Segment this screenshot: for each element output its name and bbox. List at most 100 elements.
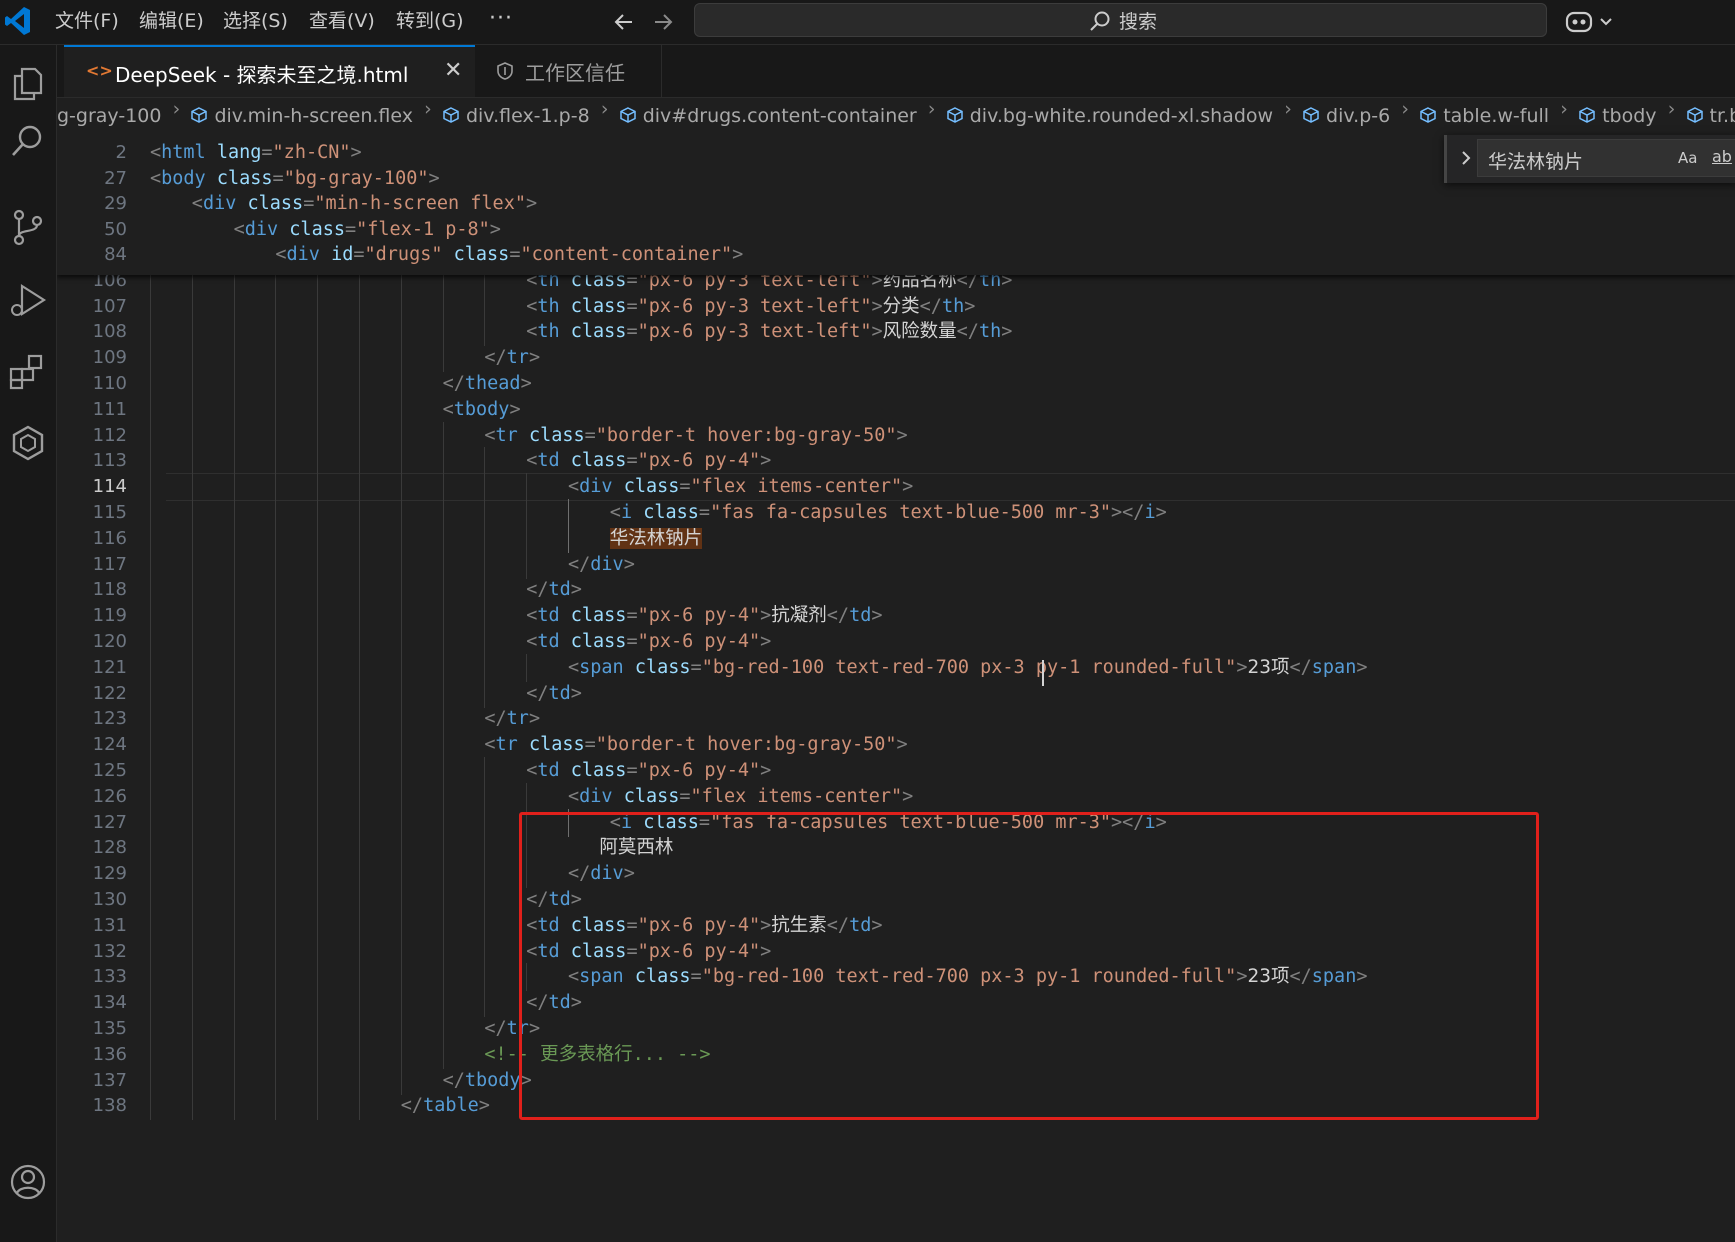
close-icon[interactable]: ✕ — [444, 58, 462, 83]
code-line[interactable]: 109 </tr> — [57, 344, 1735, 373]
code-line[interactable]: 120 <td class="px-6 py-4"> — [57, 628, 1735, 656]
find-input[interactable]: 华法林钠片 Aa ab — [1477, 139, 1735, 177]
code-line[interactable]: 111 <tbody> — [57, 395, 1735, 424]
code-line[interactable]: 117 </div> — [57, 550, 1735, 579]
copilot-icon[interactable] — [1565, 8, 1621, 36]
line-number[interactable]: 135 — [57, 1015, 127, 1043]
breadcrumb-item[interactable]: div.p-6 — [1302, 98, 1390, 136]
line-number[interactable]: 131 — [57, 912, 127, 940]
line-number[interactable]: 138 — [57, 1092, 127, 1120]
menu-view[interactable]: 查看(V) — [309, 8, 375, 34]
line-number[interactable]: 29 — [57, 190, 127, 218]
code-line[interactable]: 124 <tr class="border-t hover:bg-gray-50"… — [57, 731, 1735, 760]
line-number[interactable]: 120 — [57, 628, 127, 656]
code-line[interactable]: 107 <th class="px-6 py-3 text-left">分类</t… — [57, 292, 1735, 321]
run-debug-icon[interactable] — [8, 280, 48, 320]
line-number[interactable]: 130 — [57, 886, 127, 914]
menu-more[interactable]: ··· — [489, 6, 513, 31]
line-number[interactable]: 133 — [57, 963, 127, 991]
code-line[interactable]: 112 <tr class="border-t hover:bg-gray-50"… — [57, 421, 1735, 450]
breadcrumb-item[interactable]: div.bg-white.rounded-xl.shadow — [946, 98, 1273, 136]
code-line[interactable]: 116 华法林钠片 — [57, 524, 1735, 553]
breadcrumb-item[interactable]: div.min-h-screen.flex — [190, 98, 413, 136]
line-number[interactable]: 27 — [57, 165, 127, 193]
breadcrumb-item[interactable]: tbody — [1578, 98, 1657, 136]
code-line[interactable]: 115 <i class="fas fa-capsules text-blue-5… — [57, 499, 1735, 527]
menu-file[interactable]: 文件(F) — [55, 8, 119, 34]
remote-explorer-icon[interactable] — [8, 423, 48, 463]
code-line[interactable]: 125 <td class="px-6 py-4"> — [57, 757, 1735, 785]
line-number[interactable]: 84 — [57, 241, 127, 269]
indent-guide — [150, 576, 151, 605]
line-number[interactable]: 115 — [57, 499, 127, 527]
code-line[interactable]: 123 </tr> — [57, 705, 1735, 734]
line-number[interactable]: 137 — [57, 1067, 127, 1095]
line-number[interactable]: 122 — [57, 680, 127, 708]
line-number[interactable]: 108 — [57, 318, 127, 346]
breadcrumb-item[interactable]: tr.border-t.hover:bg-gray-50 — [1686, 98, 1735, 136]
indent-guide — [359, 628, 360, 656]
search-sidebar-icon[interactable] — [8, 121, 48, 161]
explorer-icon[interactable] — [8, 63, 48, 103]
back-arrow-icon[interactable] — [612, 10, 636, 34]
code-line[interactable]: 50 <div class="flex-1 p-8"> — [57, 216, 1735, 244]
line-number[interactable]: 132 — [57, 938, 127, 966]
line-number[interactable]: 114 — [57, 473, 127, 501]
breadcrumb-item[interactable]: table.w-full — [1419, 98, 1549, 136]
line-number[interactable]: 116 — [57, 525, 127, 553]
line-number[interactable]: 121 — [57, 654, 127, 682]
line-number[interactable]: 111 — [57, 396, 127, 424]
code-line[interactable]: 119 <td class="px-6 py-4">抗凝剂</td> — [57, 602, 1735, 631]
line-number[interactable]: 107 — [57, 293, 127, 321]
extensions-icon[interactable] — [8, 352, 48, 392]
breadcrumb-item[interactable]: div#drugs.content-container — [619, 98, 917, 136]
line-number[interactable]: 126 — [57, 783, 127, 811]
line-number[interactable]: 118 — [57, 576, 127, 604]
command-center-search[interactable]: 搜索 — [694, 3, 1547, 37]
menu-edit[interactable]: 编辑(E) — [139, 8, 204, 34]
menu-go[interactable]: 转到(G) — [396, 8, 464, 34]
line-number[interactable]: 112 — [57, 422, 127, 450]
line-number[interactable]: 128 — [57, 834, 127, 862]
code-line[interactable]: 84 <div id="drugs" class="content-contain… — [57, 241, 1735, 269]
vscode-logo-icon[interactable] — [4, 4, 32, 38]
tab-workspace-trust[interactable]: 工作区信任 — [475, 45, 662, 97]
menu-selection[interactable]: 选择(S) — [223, 8, 288, 34]
code-token: > — [489, 218, 501, 240]
code-line[interactable]: 114 <div class="flex items-center"> — [57, 473, 1735, 502]
line-number[interactable]: 109 — [57, 344, 127, 372]
source-control-icon[interactable] — [8, 207, 48, 247]
forward-arrow-icon[interactable] — [651, 10, 675, 34]
line-number[interactable]: 119 — [57, 602, 127, 630]
breadcrumb-item[interactable]: g-gray-100 — [57, 98, 161, 136]
code-line[interactable]: 118 </td> — [57, 576, 1735, 605]
line-number[interactable]: 123 — [57, 705, 127, 733]
line-number[interactable]: 129 — [57, 860, 127, 888]
line-number[interactable]: 113 — [57, 447, 127, 475]
match-case-toggle[interactable]: Aa — [1678, 149, 1697, 167]
code-token: > — [570, 579, 582, 601]
breadcrumb-item[interactable]: div.flex-1.p-8 — [442, 98, 590, 136]
line-number[interactable]: 50 — [57, 216, 127, 244]
line-number[interactable]: 2 — [57, 139, 127, 167]
line-number[interactable]: 136 — [57, 1041, 127, 1069]
code-line[interactable]: 121 <span class="bg-red-100 text-red-700 … — [57, 653, 1735, 682]
code-line[interactable]: 108 <th class="px-6 py-3 text-left">风险数量<… — [57, 318, 1735, 347]
line-number[interactable]: 117 — [57, 551, 127, 579]
code-line[interactable]: 122 </td> — [57, 679, 1735, 708]
line-number[interactable]: 127 — [57, 809, 127, 837]
indent-guide — [233, 499, 235, 527]
line-number[interactable]: 125 — [57, 757, 127, 785]
line-number[interactable]: 134 — [57, 989, 127, 1017]
code-line[interactable]: 29 <div class="min-h-screen flex"> — [57, 190, 1735, 218]
code-line[interactable]: 126 <div class="flex items-center"> — [57, 782, 1735, 811]
match-whole-word-toggle[interactable]: ab — [1712, 147, 1732, 166]
chevron-right-icon[interactable] — [1457, 147, 1475, 169]
indent-guide — [442, 447, 444, 476]
account-icon[interactable] — [8, 1162, 48, 1202]
code-line[interactable]: 113 <td class="px-6 py-4"> — [57, 447, 1735, 476]
line-number[interactable]: 124 — [57, 731, 127, 759]
line-number[interactable]: 110 — [57, 370, 127, 398]
code-line[interactable]: 110 </thead> — [57, 370, 1735, 398]
tab-deepseek-html[interactable]: <> DeepSeek - 探索未至之境.html ✕ — [64, 45, 475, 97]
